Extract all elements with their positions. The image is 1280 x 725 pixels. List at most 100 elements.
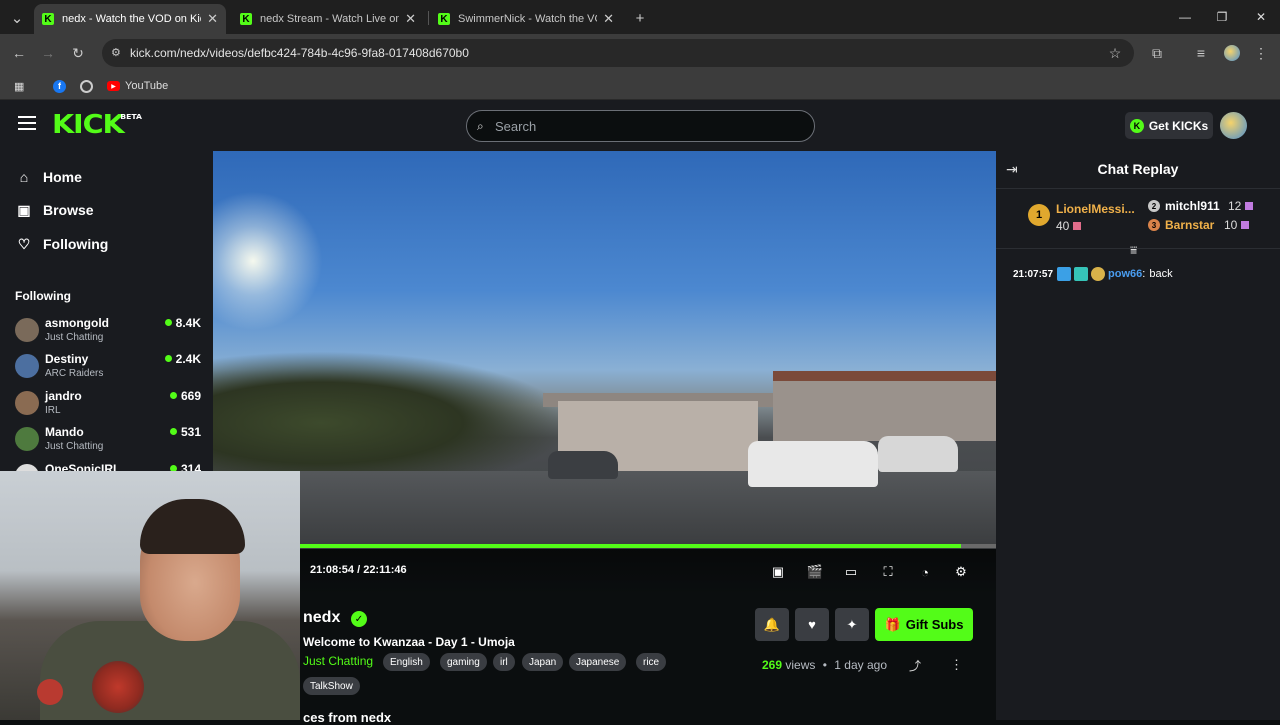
followed-channel-jandro[interactable]: jandro IRL 669 [15, 387, 201, 419]
get-kicks-label: Get KICKs [1148, 118, 1209, 133]
gift-icon [1241, 221, 1250, 229]
more-options-icon[interactable]: ⋮ [950, 657, 963, 673]
tab-title: SwimmerNick - Watch the VOD [458, 13, 598, 25]
browser-menu-icon[interactable]: ⋮ [1250, 42, 1272, 64]
search-icon: ⌕ [477, 119, 484, 133]
home-icon: ⌂ [19, 169, 29, 185]
url-text: kick.com/nedx/videos/defbc424-784b-4c96-… [130, 46, 469, 60]
video-progress-fill [300, 544, 962, 548]
search-input[interactable]: ⌕ Search [466, 110, 815, 142]
tab-title: nedx - Watch the VOD on Kick [62, 13, 202, 25]
leaderboard-name[interactable]: Barnstar [1165, 218, 1214, 232]
tag-japan[interactable]: Japan [522, 653, 564, 671]
close-tab-icon[interactable]: ✕ [405, 11, 416, 27]
bookmark-youtube[interactable]: ▶ YouTube [107, 77, 168, 95]
tag-irl[interactable]: irl [493, 653, 515, 671]
tag-talkshow[interactable]: TalkShow [303, 677, 360, 695]
kick-favicon-icon: K [42, 13, 54, 25]
bookmark-facebook[interactable]: f [53, 77, 66, 95]
bookmark-star-icon[interactable]: ☆ [1104, 42, 1126, 64]
profile-icon[interactable] [1221, 42, 1243, 64]
close-tab-icon[interactable]: ✕ [207, 11, 218, 27]
chat-username[interactable]: pow66 [1108, 268, 1142, 280]
close-tab-icon[interactable]: ✕ [603, 11, 614, 27]
followed-channel-asmongold[interactable]: asmongold Just Chatting 8.4K [15, 314, 201, 346]
reload-icon[interactable]: ↻ [67, 42, 89, 64]
sidebar-item-label: Browse [43, 202, 94, 218]
followed-channel-destiny[interactable]: Destiny ARC Raiders 2.4K [15, 350, 201, 382]
address-bar[interactable]: ⚙ kick.com/nedx/videos/defbc424-784b-4c9… [102, 39, 1134, 67]
tag-english[interactable]: English [383, 653, 430, 671]
sidebar: ⌂ Home ▣ Browse ♡ Following Following as… [0, 151, 213, 488]
gifter-badge-icon [1091, 267, 1106, 281]
video-frame-car [748, 441, 878, 487]
sidebar-item-browse[interactable]: ▣ Browse [16, 198, 94, 222]
views-label: views [785, 658, 816, 672]
forward-icon[interactable]: → [37, 42, 59, 64]
playback-speed-icon[interactable]: ◔ [916, 563, 934, 581]
gift-subs-button[interactable]: 🎁 Gift Subs [875, 608, 973, 641]
kick-favicon-icon: K [438, 13, 450, 25]
leaderboard-name[interactable]: mitchl911 [1165, 199, 1220, 213]
collapse-chat-icon[interactable]: ⇥ [1006, 161, 1018, 178]
tag-japanese[interactable]: Japanese [569, 653, 627, 671]
bookmarks-bar: ▦ f ▶ YouTube [0, 72, 1280, 100]
site-info-icon[interactable]: ⚙ [111, 46, 121, 59]
heart-icon: ♡ [17, 235, 31, 252]
followed-channel-mando[interactable]: Mando Just Chatting 531 [15, 423, 201, 455]
kick-logo[interactable]: KICK BETA [52, 110, 142, 140]
apps-grid-icon[interactable]: ▦ [14, 77, 24, 95]
channel-name[interactable]: nedx [303, 609, 340, 627]
browser-tab-3[interactable]: K SwimmerNick - Watch the VOD ✕ [430, 4, 622, 34]
rank-1-medal-icon: 1 [1028, 204, 1050, 226]
video-frame-sun [213, 191, 323, 331]
follow-heart-button[interactable]: ♥ [795, 608, 829, 641]
leaderboard-name[interactable]: LionelMessi... [1056, 202, 1135, 216]
new-tab-icon[interactable]: + [630, 8, 650, 28]
gift-leaderboard: 1 LionelMessi... 40 2 mitchl911 12 3 Bar… [996, 189, 1280, 249]
video-progress-bar[interactable] [300, 544, 996, 548]
clip-icon[interactable]: 🎬 [806, 563, 824, 581]
viewer-count: 669 [169, 389, 201, 403]
bookmark-globe[interactable] [80, 77, 93, 95]
miniplayer-icon[interactable]: ▣ [769, 563, 787, 581]
views-number: 269 [762, 658, 783, 672]
avatar [15, 427, 39, 451]
back-icon[interactable]: ← [8, 42, 30, 64]
leaderboard-count: 10 [1224, 218, 1250, 232]
gift-icon [1245, 202, 1254, 210]
media-control-icon[interactable]: ≡ [1190, 42, 1212, 64]
extensions-icon[interactable]: ⧉ [1146, 42, 1168, 64]
chat-filter-icon[interactable]: ⩸ [1130, 243, 1137, 258]
tag-gaming[interactable]: gaming [440, 653, 487, 671]
restore-icon[interactable]: ❐ [1210, 7, 1234, 27]
settings-gear-icon[interactable]: ⚙ [952, 563, 970, 581]
theater-mode-icon[interactable]: ▭ [842, 563, 860, 581]
browser-tab-2[interactable]: K nedx Stream - Watch Live on Ki ✕ [232, 4, 424, 34]
browser-tab-strip: ⌄ K nedx - Watch the VOD on Kick ✕ K ned… [0, 0, 1280, 34]
sparkle-button[interactable]: ✦ [835, 608, 869, 641]
fullscreen-icon[interactable]: ⛶ [879, 563, 897, 581]
get-kicks-button[interactable]: K Get KICKs [1125, 112, 1213, 139]
share-icon[interactable]: ⤴ [909, 657, 921, 674]
notification-bell-button[interactable]: 🔔 [755, 608, 789, 641]
live-dot-icon [164, 319, 172, 326]
channel-name: asmongold [45, 316, 110, 330]
user-avatar[interactable] [1220, 112, 1247, 139]
menu-hamburger-icon[interactable] [18, 116, 36, 132]
chat-message: 21:07:57 pow66 : back [1013, 267, 1173, 281]
gift-subs-label: Gift Subs [905, 617, 964, 632]
channel-name: Mando [45, 425, 84, 439]
sparkle-icon: ✦ [846, 616, 858, 632]
tag-rice[interactable]: rice [636, 653, 667, 671]
sidebar-item-home[interactable]: ⌂ Home [16, 165, 82, 189]
category-link[interactable]: Just Chatting [303, 654, 373, 668]
rank-3-medal-icon: 3 [1148, 219, 1160, 231]
sidebar-item-following[interactable]: ♡ Following [16, 232, 109, 256]
minimize-icon[interactable]: — [1173, 7, 1197, 27]
browser-tab-1[interactable]: K nedx - Watch the VOD on Kick ✕ [34, 4, 226, 34]
video-player[interactable] [213, 151, 996, 549]
close-window-icon[interactable]: ✕ [1249, 7, 1273, 27]
following-heading: Following [15, 289, 71, 303]
tab-search-icon[interactable]: ⌄ [7, 8, 27, 28]
